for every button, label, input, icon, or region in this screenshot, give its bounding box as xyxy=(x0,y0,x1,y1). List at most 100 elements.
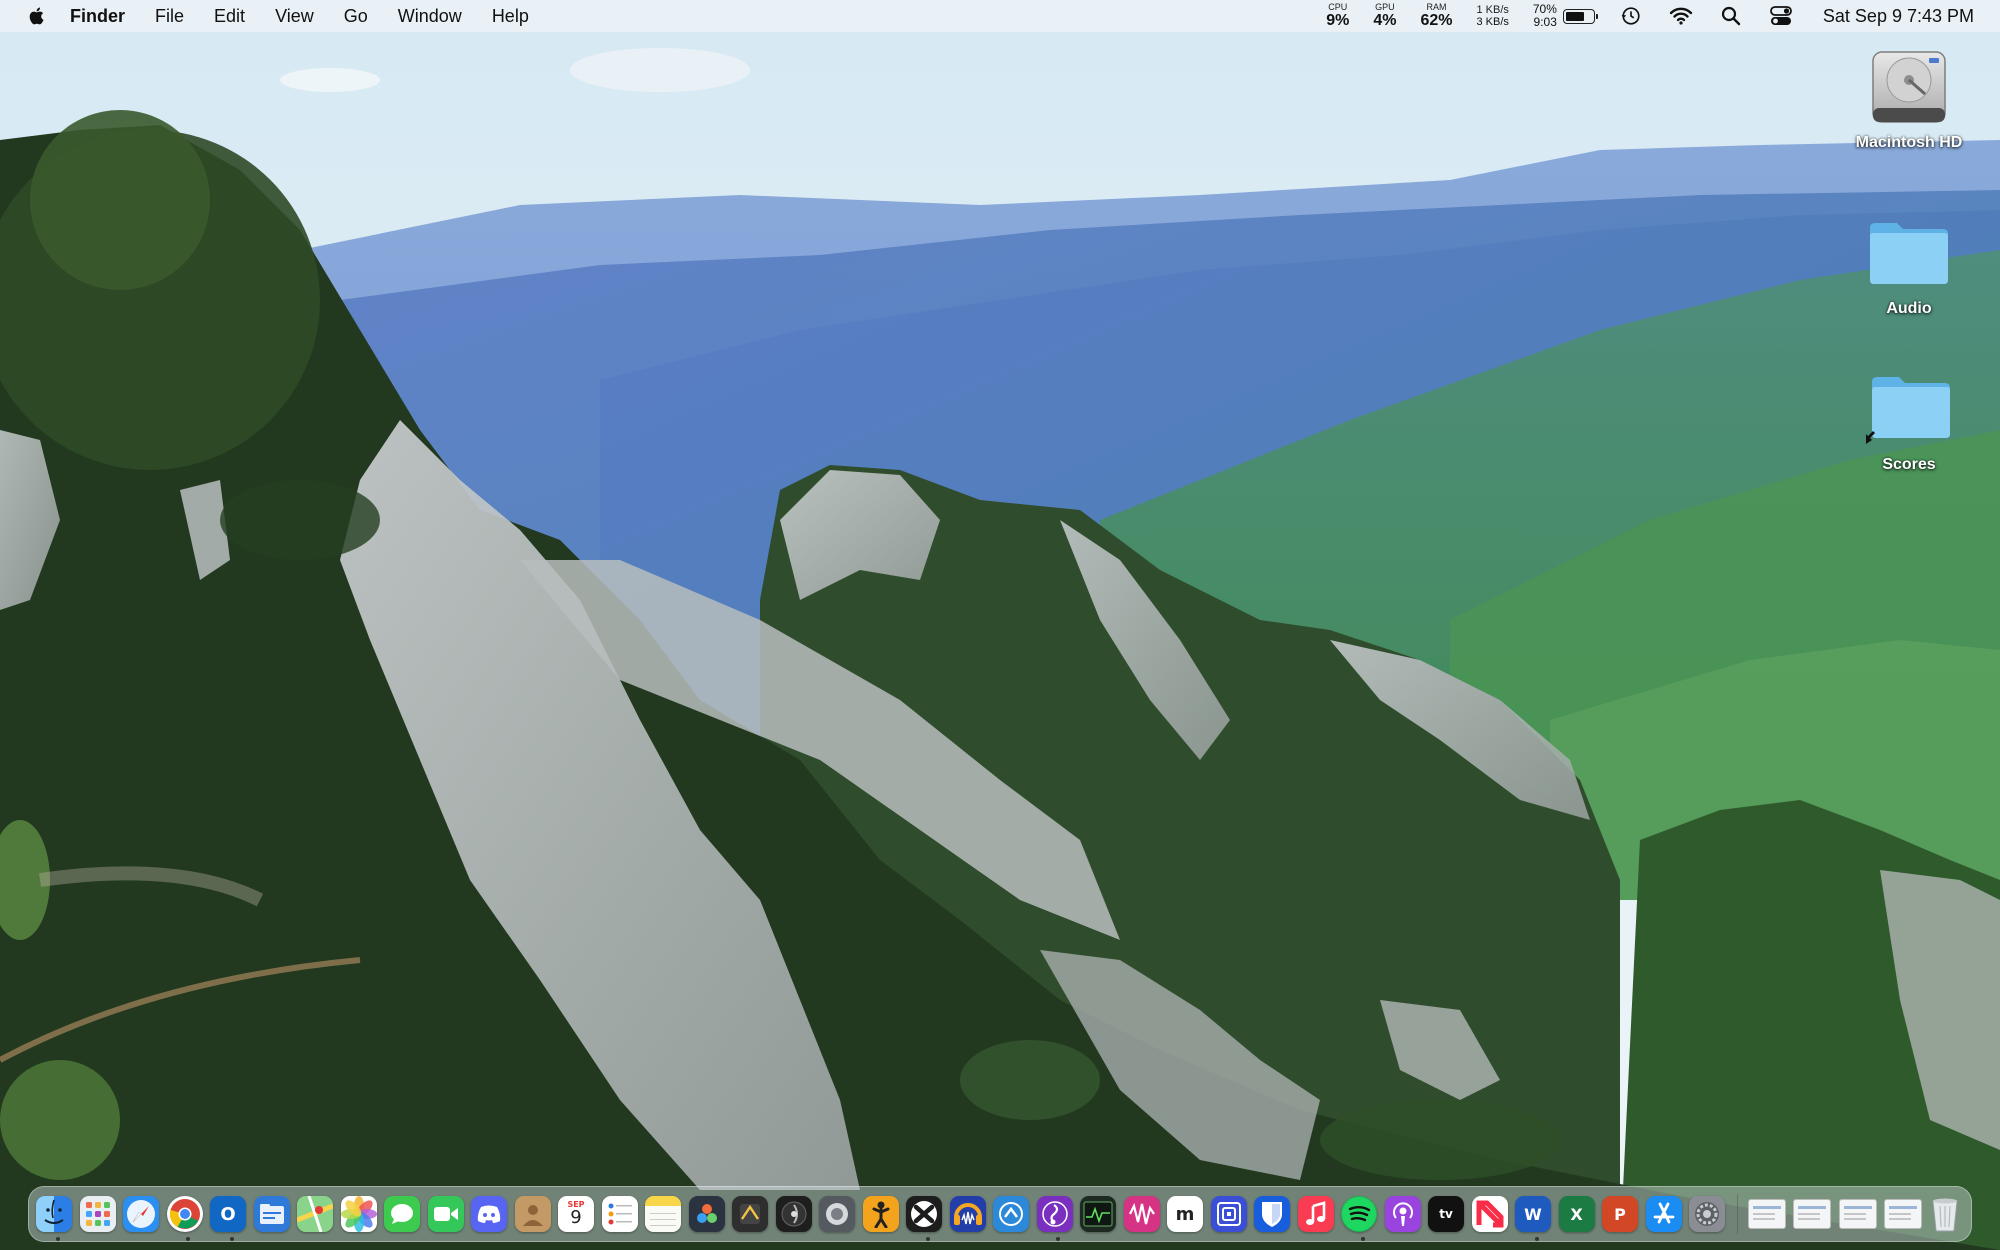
dock-item-launchpad[interactable] xyxy=(79,1196,124,1232)
menu-go[interactable]: Go xyxy=(344,6,368,27)
battery-status[interactable]: 70% 9:03 xyxy=(1533,3,1598,29)
davinci-resolve-icon[interactable] xyxy=(688,1196,725,1232)
safari-icon[interactable] xyxy=(123,1196,159,1232)
desktop-icon-scores-folder[interactable]: Scores xyxy=(1839,366,1979,474)
dock-item-chrome[interactable] xyxy=(166,1196,211,1241)
dock-item-powerpoint[interactable]: P xyxy=(1602,1196,1646,1232)
dock-item-discord[interactable] xyxy=(471,1196,515,1232)
menu-bar-clock[interactable]: Sat Sep 9 7:43 PM xyxy=(1823,6,1974,27)
dock-item-spotify[interactable] xyxy=(1341,1196,1385,1241)
dock-item-facetime[interactable] xyxy=(427,1196,472,1232)
compressor-icon[interactable] xyxy=(819,1196,855,1232)
dock-item-finder[interactable] xyxy=(36,1196,80,1241)
dock-item-crossover[interactable] xyxy=(906,1196,950,1241)
dock-item-musescore[interactable] xyxy=(1036,1196,1081,1241)
system-settings-icon[interactable] xyxy=(1689,1196,1725,1232)
photos-icon[interactable] xyxy=(340,1196,377,1232)
concentric-square-icon[interactable] xyxy=(1210,1196,1247,1232)
dock-item-system-settings[interactable] xyxy=(1689,1196,1733,1232)
desktop-icon-audio-folder[interactable]: Audio xyxy=(1839,210,1979,318)
music-icon[interactable] xyxy=(1297,1196,1334,1232)
dock-item-excel[interactable]: X xyxy=(1558,1196,1603,1232)
dock-item-app-store[interactable] xyxy=(1645,1196,1690,1232)
dock-item-contacts[interactable] xyxy=(514,1196,559,1232)
dock-item-messages[interactable] xyxy=(384,1196,428,1232)
gpu-monitor[interactable]: GPU 4% xyxy=(1373,3,1396,29)
desktop-icon-macintosh-hd[interactable]: Macintosh HD xyxy=(1839,44,1979,152)
downloads-stack[interactable] xyxy=(1747,1199,1786,1229)
control-center-icon[interactable] xyxy=(1769,4,1793,28)
notes-icon[interactable] xyxy=(645,1196,681,1232)
outlook-icon[interactable]: O xyxy=(210,1196,246,1232)
app-menu-finder[interactable]: Finder xyxy=(70,6,125,27)
migration-icon[interactable] xyxy=(993,1196,1029,1232)
bitwarden-icon[interactable] xyxy=(1254,1196,1290,1232)
dock-item-activity-monitor[interactable] xyxy=(1080,1196,1124,1232)
facetime-icon[interactable] xyxy=(427,1196,464,1232)
dock-item-photos[interactable] xyxy=(340,1196,385,1232)
musescore-icon[interactable] xyxy=(1036,1196,1073,1232)
reminders-icon[interactable] xyxy=(601,1196,638,1232)
figure-icon[interactable] xyxy=(862,1196,899,1232)
dock-item-news[interactable] xyxy=(1471,1196,1516,1232)
documents-stack[interactable] xyxy=(1793,1199,1831,1229)
menu-view[interactable]: View xyxy=(275,6,314,27)
dock-item-outlook[interactable]: O xyxy=(210,1196,254,1241)
activity-monitor-icon[interactable] xyxy=(1080,1196,1116,1232)
dock-item-podcasts[interactable] xyxy=(1384,1196,1429,1232)
dock-item-migration[interactable] xyxy=(993,1196,1037,1232)
dock-item-compressor[interactable] xyxy=(819,1196,863,1232)
time-machine-icon[interactable] xyxy=(1619,4,1643,28)
news-icon[interactable] xyxy=(1471,1196,1508,1232)
dock-item-calendar[interactable]: SEP 9 xyxy=(558,1196,602,1232)
dock-item-word[interactable]: W xyxy=(1515,1196,1559,1241)
podcasts-icon[interactable] xyxy=(1384,1196,1421,1232)
apple-icon[interactable] xyxy=(26,5,48,27)
audacity-icon[interactable] xyxy=(949,1196,986,1232)
dock-item-accessibility-app[interactable] xyxy=(862,1196,907,1232)
dock-item-scrobbles[interactable] xyxy=(1210,1196,1255,1232)
apple-tv-icon[interactable]: tv xyxy=(1428,1196,1464,1232)
discord-icon[interactable] xyxy=(471,1196,507,1232)
cpu-monitor[interactable]: CPU 9% xyxy=(1326,3,1349,29)
dock-item-waveform-app[interactable] xyxy=(1123,1196,1168,1232)
menu-window[interactable]: Window xyxy=(398,6,462,27)
miro-icon[interactable]: m xyxy=(1167,1196,1203,1232)
logic-icon[interactable] xyxy=(775,1196,812,1232)
contacts-icon[interactable] xyxy=(514,1196,551,1232)
waveform-icon[interactable] xyxy=(1123,1196,1160,1232)
menu-file[interactable]: File xyxy=(155,6,184,27)
dock-item-reminders[interactable] xyxy=(601,1196,646,1232)
menu-help[interactable]: Help xyxy=(492,6,529,27)
calendar-icon[interactable]: SEP 9 xyxy=(558,1196,594,1232)
word-icon[interactable]: W xyxy=(1515,1196,1551,1232)
chrome-icon[interactable] xyxy=(166,1196,203,1232)
excel-icon[interactable]: X xyxy=(1558,1196,1595,1232)
spotlight-search-icon[interactable] xyxy=(1719,4,1743,28)
dock-item-notes[interactable] xyxy=(645,1196,689,1232)
network-monitor[interactable]: 1 KB/s 3 KB/s xyxy=(1476,4,1508,28)
menu-edit[interactable]: Edit xyxy=(214,6,245,27)
launchpad-icon[interactable] xyxy=(79,1196,116,1232)
ram-monitor[interactable]: RAM 62% xyxy=(1420,3,1452,29)
final-cut-icon[interactable] xyxy=(732,1196,768,1232)
messages-icon[interactable] xyxy=(384,1196,420,1232)
dock-item-davinci-resolve[interactable] xyxy=(688,1196,733,1232)
dock-item-files[interactable] xyxy=(253,1196,298,1232)
dock-item-apple-tv[interactable]: tv xyxy=(1428,1196,1472,1232)
dock-item-maps[interactable] xyxy=(297,1196,341,1232)
powerpoint-icon[interactable]: P xyxy=(1602,1196,1638,1232)
crossover-icon[interactable] xyxy=(906,1196,942,1232)
trash-icon[interactable] xyxy=(1930,1196,1960,1232)
dock-item-bitwarden[interactable] xyxy=(1254,1196,1298,1232)
wifi-icon[interactable] xyxy=(1669,4,1693,28)
spotify-icon[interactable] xyxy=(1341,1196,1377,1232)
dock-item-miro[interactable]: m xyxy=(1167,1196,1211,1232)
maps-icon[interactable] xyxy=(297,1196,333,1232)
files-stack[interactable] xyxy=(1884,1199,1922,1229)
dock-item-logic[interactable] xyxy=(775,1196,820,1232)
app-store-icon[interactable] xyxy=(1645,1196,1682,1232)
dock-item-music[interactable] xyxy=(1297,1196,1342,1232)
files-icon[interactable] xyxy=(253,1196,290,1232)
finder-icon[interactable] xyxy=(36,1196,72,1232)
